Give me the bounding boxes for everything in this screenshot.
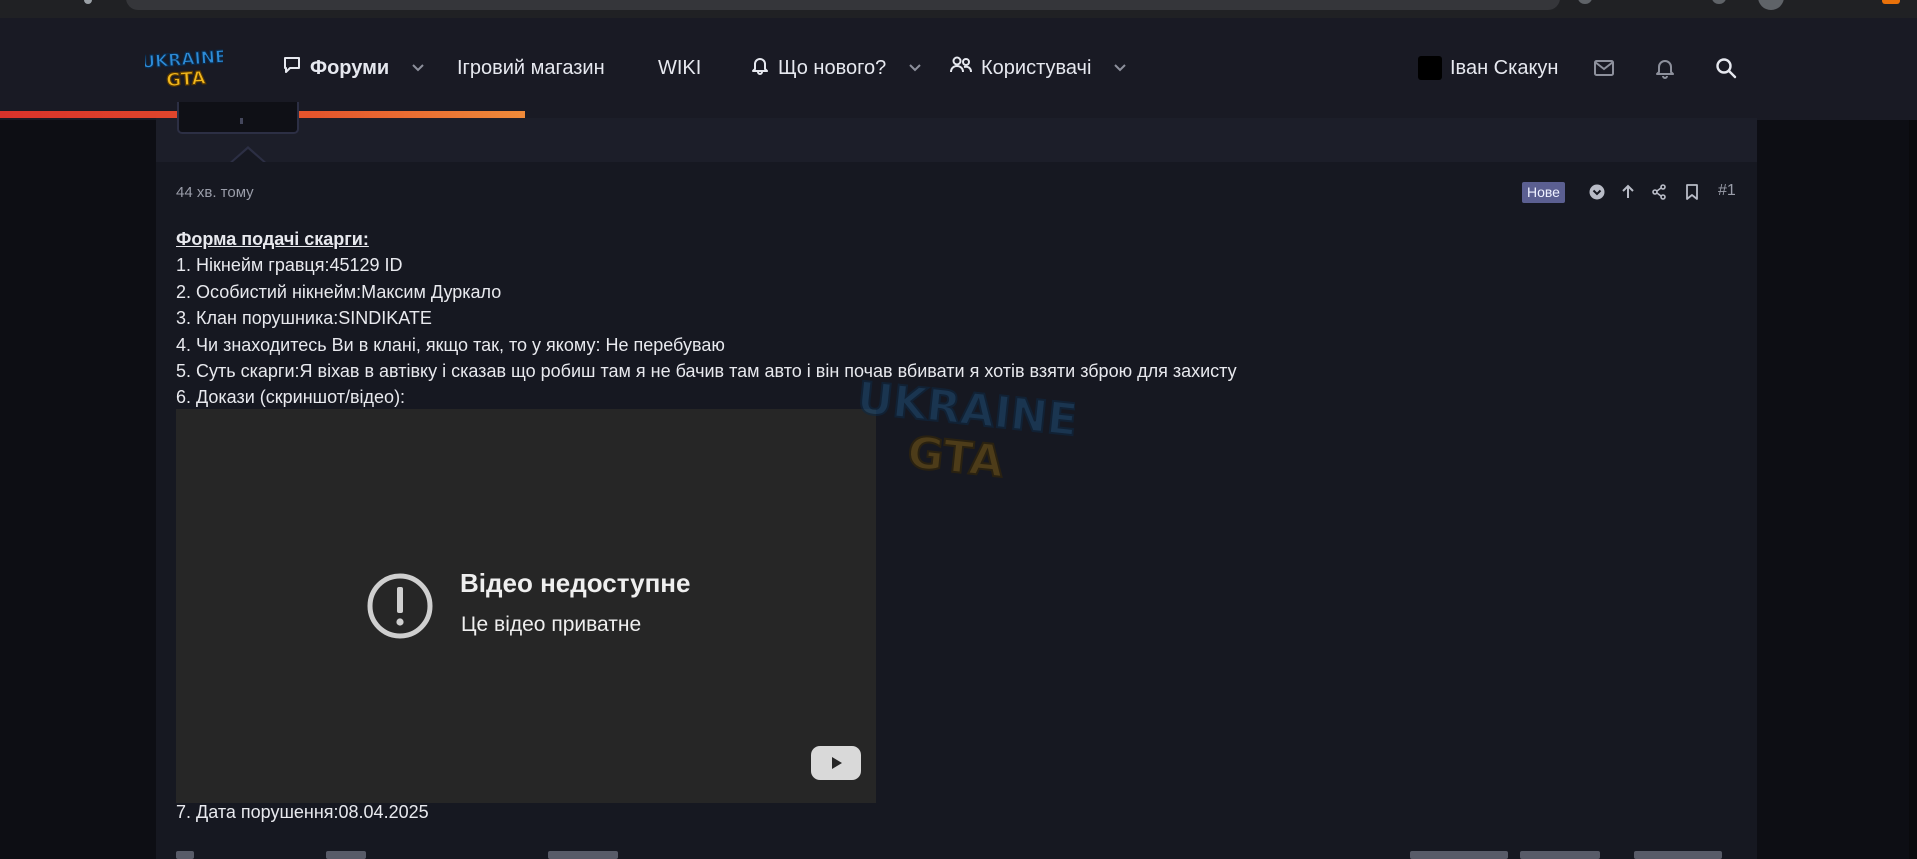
reaction-toggle-icon[interactable]	[1589, 180, 1605, 204]
embedded-video-player[interactable]	[176, 409, 876, 803]
error-exclamation-icon	[366, 572, 434, 640]
post-user-strip	[156, 118, 1757, 162]
post-footer-link[interactable]	[548, 851, 618, 859]
bell-icon[interactable]	[1653, 56, 1677, 80]
browser-extension-icon[interactable]	[1882, 0, 1900, 4]
post-footer-action[interactable]	[1520, 851, 1600, 859]
post-arrow-fill	[233, 149, 263, 162]
avatar	[1418, 56, 1442, 80]
form-line: 4. Чи знаходитесь Ви в клані, якщо так, …	[176, 334, 725, 355]
form-line: 5. Суть скарги:Я віхав в автівку і сказа…	[176, 361, 1237, 382]
site-watermark-logo: UKRAINE GTA	[854, 372, 1081, 492]
avatar-decoration	[240, 118, 243, 124]
chevron-down-icon[interactable]	[908, 60, 922, 76]
post-author-avatar-frame[interactable]	[177, 102, 299, 134]
svg-text:GTA: GTA	[905, 427, 1006, 488]
page-gutter-right	[1757, 120, 1917, 859]
form-line: 1. Нікнейм гравця:45129 ID	[176, 255, 403, 276]
users-icon	[949, 55, 973, 81]
nav-shop[interactable]: Ігровий магазин	[457, 52, 605, 84]
post-footer	[156, 848, 1757, 859]
post-permalink-number[interactable]: #1	[1718, 182, 1736, 200]
new-badge: Нове	[1522, 182, 1565, 203]
chat-bubble-icon	[282, 55, 302, 81]
share-icon[interactable]	[1650, 180, 1668, 204]
scrollbar[interactable]	[1909, 120, 1917, 859]
mail-icon[interactable]	[1592, 56, 1616, 80]
svg-text:GTA: GTA	[166, 68, 207, 90]
form-line: 2. Особистий нікнейм:Максим Дуркало	[176, 281, 502, 302]
site-logo[interactable]: UKRAINE GTA	[140, 46, 228, 91]
post-timestamp[interactable]: 44 хв. тому	[176, 184, 254, 201]
form-line: 6. Докази (скриншот/відео):	[176, 387, 406, 408]
user-name: Іван Скакун	[1450, 56, 1559, 79]
nav-forums[interactable]: Форуми	[282, 52, 425, 84]
form-title: Форма подачі скарги:	[176, 229, 369, 249]
bookmark-icon[interactable]	[1683, 180, 1701, 204]
post-body: Форма подачі скарги: 1. Нікнейм гравця:4…	[176, 226, 1237, 411]
nav-users-label: Користувачі	[981, 56, 1092, 79]
arrow-up-icon[interactable]	[1619, 180, 1637, 204]
nav-wiki-label: WIKI	[658, 56, 702, 79]
video-unavailable-subtitle: Це відео приватне	[461, 613, 642, 636]
nav-users[interactable]: Користувачі	[949, 52, 1127, 84]
address-bar[interactable]	[126, 0, 1560, 10]
nav-whats-new-label: Що нового?	[778, 56, 887, 79]
nav-wiki[interactable]: WIKI	[658, 52, 701, 84]
page-gutter-left	[0, 120, 156, 859]
post-footer-action[interactable]	[1410, 851, 1508, 859]
post-footer-action[interactable]	[1634, 851, 1722, 859]
nav-forums-label: Форуми	[310, 56, 390, 79]
nav-whats-new[interactable]: Що нового?	[750, 52, 922, 84]
youtube-play-icon[interactable]	[811, 746, 861, 780]
user-account-link[interactable]: Іван Скакун	[1418, 52, 1558, 84]
form-line: 3. Клан порушника:SINDIKATE	[176, 308, 432, 329]
form-line-date: 7. Дата порушення:08.04.2025	[176, 802, 429, 822]
nav-shop-label: Ігровий магазин	[457, 56, 605, 79]
chevron-down-icon[interactable]	[1113, 60, 1127, 76]
search-icon[interactable]	[1714, 56, 1738, 80]
bell-outline-icon	[750, 55, 770, 81]
video-unavailable-title: Відео недоступне	[460, 568, 691, 598]
post-footer-link[interactable]	[326, 851, 366, 859]
chevron-down-icon[interactable]	[411, 60, 425, 76]
post-footer-icon[interactable]	[176, 851, 194, 859]
